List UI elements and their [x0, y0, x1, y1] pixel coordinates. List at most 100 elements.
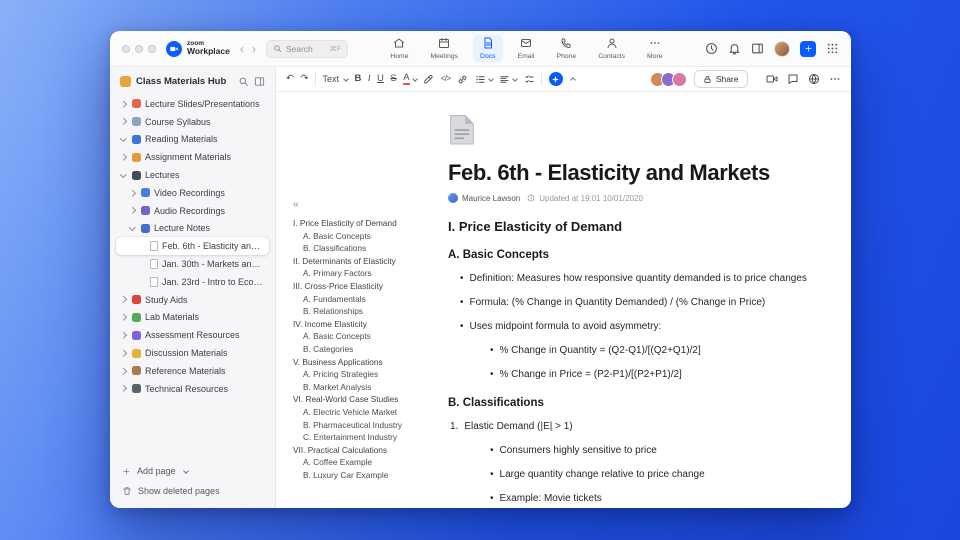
toc-item[interactable]: A. Pricing Strategies — [293, 368, 422, 381]
doc-list-item[interactable]: •% Change in Quantity = (Q2-Q1)/[(Q2+Q1)… — [490, 344, 809, 358]
sidebar-item[interactable]: Assignment Materials — [116, 148, 269, 166]
toc-item[interactable]: IV. Income Elasticity — [293, 318, 422, 331]
sidebar-item[interactable]: Jan. 23rd - Intro to Econo... — [116, 273, 269, 291]
tab-email[interactable]: Email — [511, 35, 542, 62]
bullet-list-icon[interactable] — [475, 74, 494, 85]
minimize-window-button[interactable] — [135, 44, 143, 53]
maximize-window-button[interactable] — [148, 44, 156, 53]
undo-icon[interactable]: ↶ — [286, 74, 294, 84]
video-icon[interactable] — [766, 73, 778, 85]
chevron-right-icon[interactable] — [120, 296, 127, 303]
sidebar-item[interactable]: Assessment Resources — [116, 326, 269, 344]
redo-icon[interactable]: ↷ — [300, 74, 308, 84]
chevron-right-icon[interactable] — [120, 154, 127, 161]
text-style-dropdown[interactable]: Text — [322, 74, 349, 84]
toc-item[interactable]: B. Pharmaceutical Industry — [293, 419, 422, 432]
italic-icon[interactable]: I — [368, 74, 371, 84]
chevron-right-icon[interactable] — [120, 367, 127, 375]
sidebar-item[interactable]: Lecture Notes — [116, 220, 269, 238]
chevron-right-icon[interactable] — [120, 385, 127, 392]
sidebar-item[interactable]: Lectures — [116, 166, 269, 184]
toc-item[interactable]: A. Electric Vehicle Market — [293, 406, 422, 419]
collapse-outline-icon[interactable]: « — [293, 200, 422, 210]
share-button[interactable]: Share — [693, 70, 748, 88]
strikethrough-icon[interactable]: S — [390, 74, 396, 84]
tab-home[interactable]: Home — [383, 35, 415, 62]
code-icon[interactable]: </> — [441, 75, 452, 83]
toc-item[interactable]: C. Entertainment Industry — [293, 431, 422, 444]
toc-item[interactable]: B. Relationships — [293, 305, 422, 318]
more-icon[interactable] — [829, 73, 841, 85]
collapse-toolbar-icon[interactable] — [569, 77, 576, 83]
chevron-right-icon[interactable] — [129, 207, 136, 214]
ai-companion-button[interactable] — [548, 72, 563, 86]
doc-heading[interactable]: A. Basic Concepts — [448, 249, 809, 261]
toc-item[interactable]: A. Basic Concepts — [293, 330, 422, 343]
sidebar-item[interactable]: Feb. 6th - Elasticity and M... — [116, 237, 269, 256]
chevron-down-icon[interactable] — [120, 170, 127, 178]
search-input[interactable]: Search ⌘F — [265, 39, 348, 58]
comment-icon[interactable] — [787, 73, 799, 85]
chevron-right-icon[interactable] — [129, 189, 136, 197]
back-button[interactable]: ‹ — [240, 43, 244, 55]
toc-item[interactable]: A. Fundamentals — [293, 293, 422, 306]
doc-list-item[interactable]: 1. Elastic Demand (|E| > 1) — [450, 420, 809, 434]
doc-list-item[interactable]: • Large quantity change relative to price… — [490, 468, 809, 482]
chevron-right-icon[interactable] — [120, 349, 127, 357]
toc-item[interactable]: VI. Real-World Case Studies — [293, 393, 422, 406]
sidebar-item[interactable]: Video Recordings — [116, 184, 269, 202]
sidebar-item[interactable]: Reference Materials — [116, 362, 269, 380]
toc-item[interactable]: VII. Practical Calculations — [293, 444, 422, 457]
chevron-down-icon[interactable] — [129, 224, 136, 231]
sidebar-item[interactable]: Study Aids — [116, 291, 269, 309]
toc-item[interactable]: A. Coffee Example — [293, 456, 422, 469]
doc-list-item[interactable]: • Uses midpoint formula to avoid asymmetr… — [460, 320, 809, 334]
sidebar-item[interactable]: Technical Resources — [116, 380, 269, 398]
align-icon[interactable] — [499, 74, 518, 85]
document-canvas[interactable]: Feb. 6th - Elasticity and Markets Mauric… — [426, 92, 851, 508]
toc-item[interactable]: B. Classifications — [293, 242, 422, 255]
sidebar-item[interactable]: Audio Recordings — [116, 202, 269, 220]
toc-item[interactable]: A. Primary Factors — [293, 267, 422, 280]
collaborator-avatar[interactable] — [671, 71, 687, 87]
toc-item[interactable]: II. Determinants of Elasticity — [293, 255, 422, 268]
collapse-sidebar-icon[interactable] — [254, 76, 265, 87]
doc-heading[interactable]: B. Classifications — [448, 397, 809, 409]
sidebar-item[interactable]: Lab Materials — [116, 309, 269, 327]
sidebar-search-icon[interactable] — [238, 76, 249, 87]
checklist-icon[interactable] — [524, 74, 535, 85]
tab-more[interactable]: More — [640, 35, 670, 62]
panel-icon[interactable] — [751, 42, 764, 55]
add-page-button[interactable]: Add page — [122, 466, 263, 476]
chevron-right-icon[interactable] — [120, 118, 127, 125]
toc-item[interactable]: B. Market Analysis — [293, 381, 422, 394]
sidebar-item[interactable]: Jan. 30th - Markets and P... — [116, 255, 269, 273]
bold-icon[interactable]: B — [354, 74, 361, 84]
toc-item[interactable]: B. Luxury Car Example — [293, 469, 422, 482]
underline-icon[interactable]: U — [377, 74, 384, 84]
forward-button[interactable]: › — [252, 43, 256, 55]
toc-item[interactable]: V. Business Applications — [293, 356, 422, 369]
toc-item[interactable]: III. Cross-Price Elasticity — [293, 280, 422, 293]
tab-phone[interactable]: Phone — [550, 35, 584, 62]
highlighter-icon[interactable] — [423, 74, 434, 85]
doc-list-item[interactable]: • Definition: Measures how responsive qua… — [460, 272, 809, 286]
tab-meetings[interactable]: Meetings — [423, 35, 465, 62]
chevron-down-icon[interactable] — [182, 467, 189, 474]
doc-list-item[interactable]: • Consumers highly sensitive to price — [490, 444, 809, 458]
doc-list-item[interactable]: •% Change in Price = (P2-P1)/[(P2+P1)/2] — [490, 368, 809, 382]
toc-item[interactable]: B. Categories — [293, 343, 422, 356]
toc-item[interactable]: I. Price Elasticity of Demand — [293, 217, 422, 230]
doc-list-item[interactable]: • Example: Movie tickets — [490, 492, 809, 506]
tab-docs[interactable]: Docs — [473, 35, 503, 62]
sidebar-item[interactable]: Discussion Materials — [116, 344, 269, 362]
sidebar-item[interactable]: Course Syllabus — [116, 113, 269, 131]
link-icon[interactable] — [457, 74, 468, 85]
tab-contacts[interactable]: Contacts — [591, 35, 632, 62]
toc-item[interactable]: A. Basic Concepts — [293, 230, 422, 243]
document-title[interactable]: Feb. 6th - Elasticity and Markets — [448, 160, 809, 186]
apps-grid-icon[interactable] — [826, 42, 839, 55]
doc-list-item[interactable]: • Formula: (% Change in Quantity Demanded… — [460, 296, 809, 310]
chevron-right-icon[interactable] — [120, 332, 127, 339]
bell-icon[interactable] — [728, 42, 741, 55]
